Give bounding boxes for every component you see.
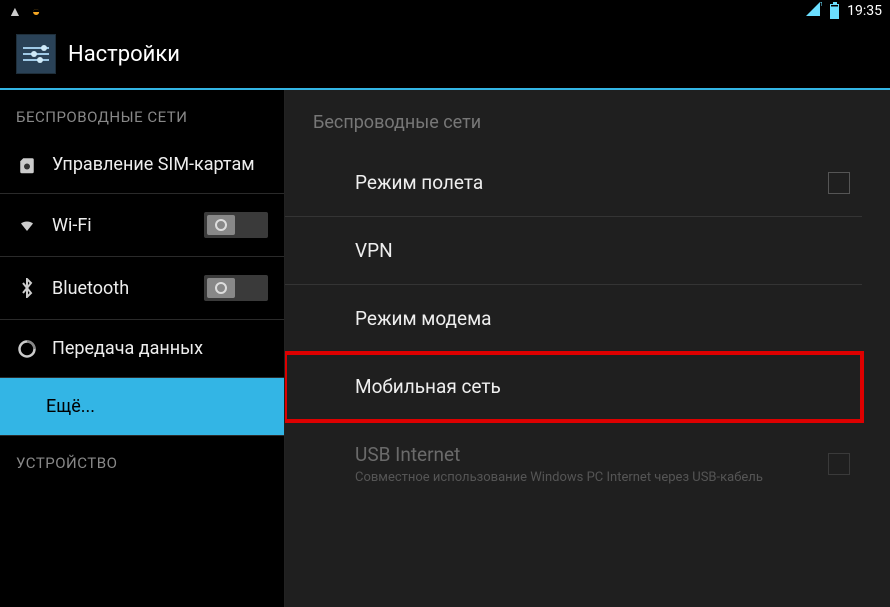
sidebar-item-label: Ещё...: [16, 396, 95, 417]
section-header-wireless: БЕСПРОВОДНЫЕ СЕТИ: [0, 90, 284, 136]
bluetooth-icon: [16, 278, 38, 298]
settings-icon: [16, 34, 56, 74]
section-header-device: УСТРОЙСТВО: [0, 436, 284, 482]
sidebar-item-more[interactable]: Ещё...: [0, 378, 284, 436]
setting-label: Мобильная сеть: [355, 375, 501, 398]
download-icon: ◒: [32, 3, 40, 20]
content-section-header: Беспроводные сети: [285, 90, 890, 149]
sim-icon: [16, 156, 38, 174]
setting-tethering[interactable]: Режим модема: [285, 285, 862, 353]
setting-description: Совместное использование Windows PC Inte…: [355, 470, 763, 485]
signal-icon: [806, 2, 822, 20]
bluetooth-toggle[interactable]: [204, 275, 268, 301]
battery-icon: [830, 4, 839, 19]
data-usage-icon: [16, 339, 38, 359]
setting-usb-internet: USB Internet Совместное использование Wi…: [285, 421, 862, 507]
sidebar-item-sim[interactable]: Управление SIM-картам: [0, 136, 284, 194]
airplane-checkbox[interactable]: [828, 172, 850, 194]
sidebar-item-data-usage[interactable]: Передача данных: [0, 320, 284, 378]
status-bar: ▲ ◒ 19:35: [0, 0, 890, 22]
sidebar-item-wifi[interactable]: Wi-Fi: [0, 194, 284, 257]
setting-vpn[interactable]: VPN: [285, 217, 862, 285]
sidebar-item-label: Bluetooth: [52, 278, 129, 299]
setting-airplane-mode[interactable]: Режим полета: [285, 149, 862, 217]
content-pane: Беспроводные сети Режим полета VPN Режим…: [285, 90, 890, 607]
wifi-toggle[interactable]: [204, 212, 268, 238]
sidebar-item-label: Управление SIM-картам: [52, 154, 255, 175]
warning-icon: ▲: [8, 3, 22, 20]
setting-label: Режим полета: [355, 171, 483, 194]
sidebar: БЕСПРОВОДНЫЕ СЕТИ Управление SIM-картам …: [0, 90, 285, 607]
setting-label: USB Internet: [355, 443, 763, 466]
sidebar-item-label: Wi-Fi: [52, 215, 92, 236]
sidebar-item-bluetooth[interactable]: Bluetooth: [0, 257, 284, 320]
clock: 19:35: [847, 3, 882, 19]
setting-mobile-network[interactable]: Мобильная сеть: [285, 353, 862, 421]
setting-label: Режим модема: [355, 307, 492, 330]
setting-label: VPN: [355, 239, 393, 262]
app-header: Настройки: [0, 22, 890, 90]
page-title: Настройки: [68, 42, 180, 67]
usb-checkbox: [828, 453, 850, 475]
sidebar-item-label: Передача данных: [52, 338, 203, 359]
wifi-icon: [16, 216, 38, 234]
